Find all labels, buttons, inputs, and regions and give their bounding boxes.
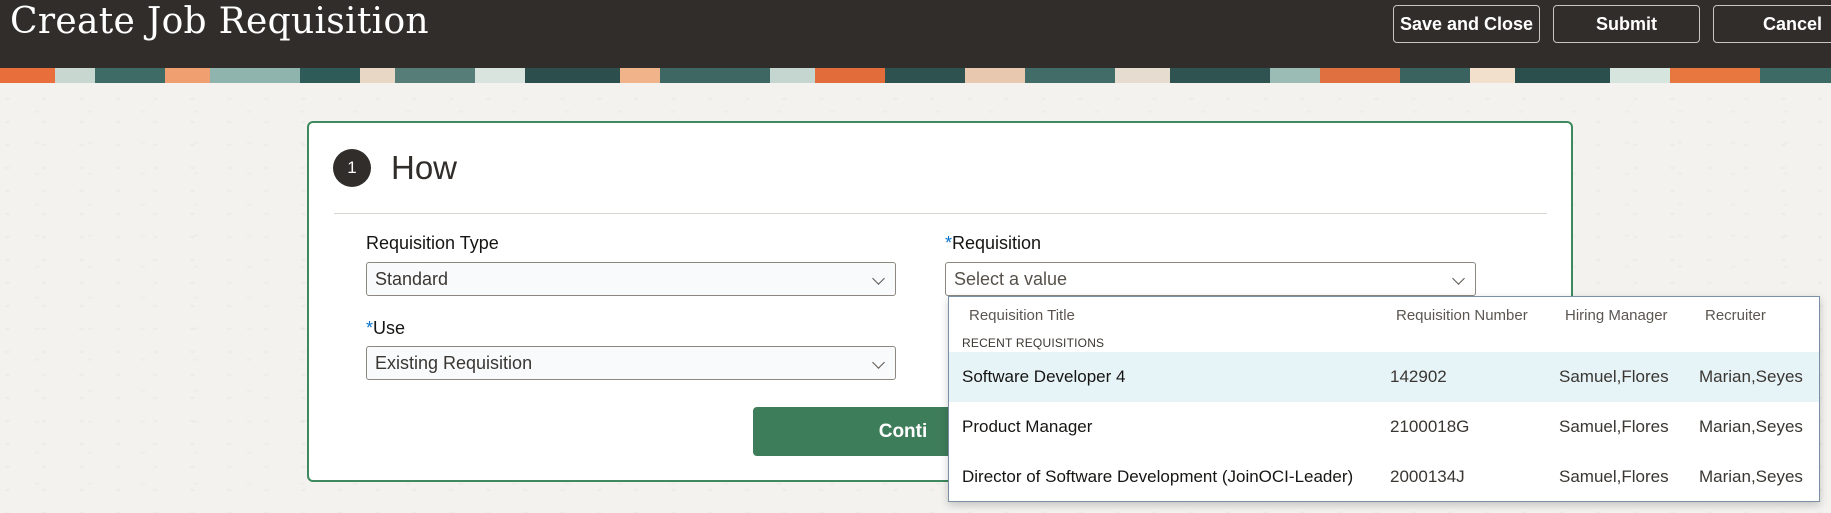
use-label: *Use (366, 317, 405, 339)
chevron-down-icon (1452, 272, 1465, 285)
chevron-down-icon (872, 356, 885, 369)
required-indicator: * (366, 318, 374, 338)
decorative-banner (0, 68, 1831, 83)
submit-button[interactable]: Submit (1553, 5, 1700, 43)
hiring-manager: Samuel,Flores (1559, 467, 1669, 486)
use-select[interactable]: Existing Requisition (366, 346, 896, 380)
step-title: How (391, 149, 458, 186)
page-title: Create Job Requisition (10, 1, 429, 42)
list-item[interactable]: Software Developer 4 142902 Samuel,Flore… (949, 352, 1819, 402)
use-label-text: Use (373, 318, 406, 338)
list-item[interactable]: Director of Software Development (JoinOC… (949, 452, 1819, 501)
recruiter: Marian,Seyes (1699, 467, 1803, 486)
column-header-title: Requisition Title (969, 307, 1075, 324)
save-and-close-button[interactable]: Save and Close (1393, 5, 1540, 43)
recruiter: Marian,Seyes (1699, 367, 1803, 386)
step-number-badge: 1 (333, 149, 371, 187)
requisition-type-value: Standard (375, 268, 449, 289)
requisition-type-label: Requisition Type (366, 233, 499, 253)
use-value: Existing Requisition (375, 352, 533, 373)
page-header: Create Job Requisition Save and Close Su… (0, 0, 1831, 68)
hiring-manager: Samuel,Flores (1559, 367, 1669, 386)
requisition-label-text: Requisition (952, 233, 1042, 253)
column-header-recruiter: Recruiter (1705, 307, 1766, 324)
requisition-dropdown-list: Requisition Title Requisition Number Hir… (948, 296, 1820, 502)
chevron-down-icon (872, 272, 885, 285)
requisition-title: Director of Software Development (JoinOC… (962, 467, 1354, 486)
list-item[interactable]: Product Manager 2100018G Samuel,Flores M… (949, 402, 1819, 452)
requisition-title: Product Manager (962, 417, 1093, 436)
requisition-title: Software Developer 4 (962, 367, 1126, 386)
requisition-label: *Requisition (945, 232, 1041, 254)
requisition-number: 2000134J (1390, 467, 1465, 486)
cancel-button[interactable]: Cancel (1713, 5, 1831, 43)
hiring-manager: Samuel,Flores (1559, 417, 1669, 436)
column-header-manager: Hiring Manager (1565, 307, 1668, 324)
requisition-placeholder: Select a value (954, 268, 1068, 289)
requisition-select[interactable]: Select a value (945, 262, 1476, 296)
section-divider (334, 213, 1547, 214)
requisition-number: 2100018G (1390, 417, 1470, 436)
requisition-number: 142902 (1390, 367, 1447, 386)
column-header-number: Requisition Number (1396, 307, 1528, 324)
required-indicator: * (945, 233, 953, 253)
requisition-type-select[interactable]: Standard (366, 262, 896, 296)
recent-requisitions-heading: RECENT REQUISITIONS (962, 336, 1105, 350)
recruiter: Marian,Seyes (1699, 417, 1803, 436)
